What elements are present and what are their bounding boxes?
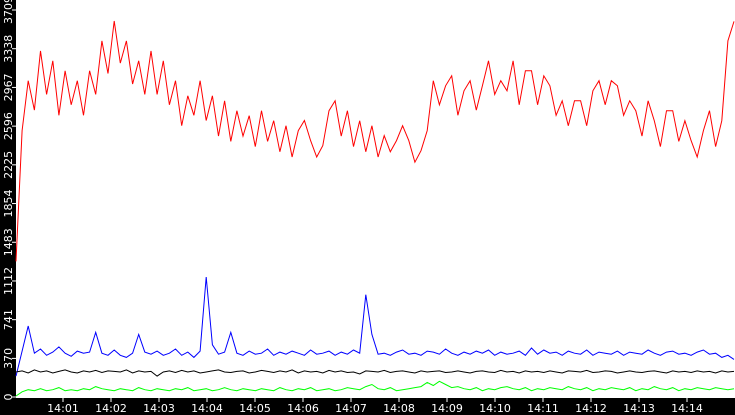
- y-tick-label: 1483: [2, 228, 15, 256]
- y-tick-label: 1112: [2, 267, 15, 295]
- chart-svg: 037074111121483185422252596296733383709 …: [2, 0, 735, 415]
- y-tick-label: 2596: [2, 112, 15, 140]
- y-tick-label: 741: [2, 309, 15, 330]
- y-tick-label: 2225: [2, 151, 15, 179]
- x-tick-label: 14:10: [479, 402, 511, 415]
- y-tick-label: 3709: [2, 0, 15, 24]
- x-tick-label: 14:14: [671, 402, 703, 415]
- x-tick-label: 14:08: [383, 402, 415, 415]
- x-tick-label: 14:07: [335, 402, 367, 415]
- x-tick-label: 14:12: [575, 402, 607, 415]
- x-tick-label: 14:09: [431, 402, 463, 415]
- x-tick-label: 14:04: [191, 402, 223, 415]
- x-tick-label: 14:01: [47, 402, 79, 415]
- x-axis: 14:01 14:02 14:03 14:04 14:05 14:06 14:07 14:08…: [47, 398, 703, 415]
- y-tick-label: 370: [2, 348, 15, 369]
- y-axis: 0 370 741 1112 1483 1854 2225 2596 2967 3338 3709: [2, 0, 16, 401]
- chart: 0 370 741 1112 1483 1854 2225 2596 2967 3338 3709 …: [0, 0, 735, 415]
- x-tick-label: 14:06: [287, 402, 319, 415]
- x-tick-label: 14:03: [143, 402, 175, 415]
- x-tick-label: 14:02: [95, 402, 127, 415]
- y-tick-label: 0: [2, 394, 15, 401]
- plot-area: [16, 0, 735, 398]
- y-tick-label: 1854: [2, 190, 15, 218]
- y-tick-label: 3338: [2, 35, 15, 63]
- y-tick-label: 2967: [2, 73, 15, 101]
- x-tick-label: 14:11: [527, 402, 559, 415]
- x-tick-label: 14:05: [239, 402, 271, 415]
- x-tick-label: 14:13: [623, 402, 655, 415]
